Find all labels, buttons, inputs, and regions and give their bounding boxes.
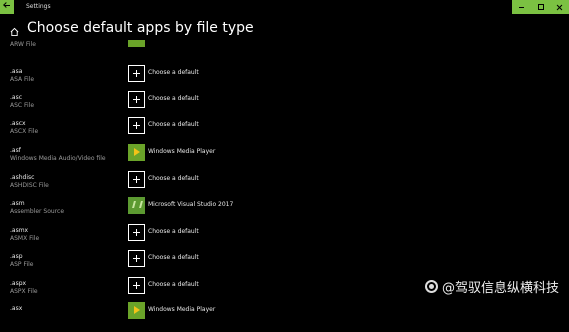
file-type-row: .asa ASA File Choose a default (0, 65, 569, 95)
page-title: Choose default apps by file type (27, 20, 254, 36)
default-app-button[interactable]: Choose a default (148, 69, 199, 76)
close-button[interactable] (550, 0, 569, 14)
default-app-button[interactable]: Choose a default (148, 281, 199, 288)
file-extension: .asf (10, 147, 21, 154)
file-extension: .asmx (10, 227, 29, 234)
file-extension: .ashdisc (10, 174, 35, 181)
default-app-button[interactable]: Windows Media Player (148, 148, 215, 155)
file-extension: .ascx (10, 120, 26, 127)
file-extension: .asx (10, 305, 23, 312)
file-type-description: ASA File (10, 76, 35, 83)
file-type-row: .asmx ASMX File Choose a default (0, 224, 569, 254)
file-type-row: .ashdisc ASHDISC File Choose a default (0, 171, 569, 201)
file-type-description: ASPX File (10, 288, 38, 295)
default-app-button[interactable]: Choose a default (148, 121, 199, 128)
title-bar: Settings (0, 0, 569, 14)
add-default-icon[interactable] (128, 171, 145, 188)
visual-studio-icon[interactable] (128, 197, 145, 214)
file-type-row: .asx Windows Media Player (0, 302, 569, 332)
add-default-icon[interactable] (128, 250, 145, 267)
default-app-button[interactable]: Choose a default (148, 254, 199, 261)
add-default-icon[interactable] (128, 91, 145, 108)
window-title: Settings (26, 3, 51, 10)
file-type-list: ARW File .asa ASA File Choose a default .asc… (0, 0, 569, 319)
file-type-row: .asf Windows Media Audio/Video file Window… (0, 144, 569, 174)
add-default-icon[interactable] (128, 65, 145, 82)
file-type-description: ASCX File (10, 128, 39, 135)
file-extension: .asm (10, 200, 25, 207)
default-app-button[interactable]: Windows Media Player (148, 306, 215, 313)
file-extension: .aspx (10, 280, 27, 287)
file-type-row: .ascx ASCX File Choose a default (0, 117, 569, 147)
maximize-button[interactable] (531, 0, 550, 14)
file-type-row: .asc ASC File Choose a default (0, 91, 569, 121)
default-app-button[interactable]: Microsoft Visual Studio 2017 (148, 201, 233, 208)
file-type-description: Assembler Source (10, 208, 65, 215)
file-type-description: ASHDISC File (10, 182, 49, 189)
file-type-description: ARW File (10, 41, 36, 48)
back-button[interactable] (0, 0, 14, 14)
file-extension: .asp (10, 253, 23, 260)
add-default-icon[interactable] (128, 277, 145, 294)
file-type-row: .asm Assembler Source Microsoft Visual Stu… (0, 197, 569, 227)
file-type-description: ASC File (10, 102, 35, 109)
windows-media-player-icon[interactable] (128, 302, 145, 319)
minimize-button[interactable] (512, 0, 531, 14)
default-app-button[interactable]: Choose a default (148, 228, 199, 235)
file-extension: .asc (10, 94, 23, 101)
default-app-button[interactable]: Choose a default (148, 95, 199, 102)
watermark-text: @驾驭信息纵横科技 (441, 280, 559, 296)
default-app-button[interactable]: Choose a default (148, 175, 199, 182)
watermark-logo-icon (424, 279, 438, 293)
watermark: @驾驭信息纵横科技 (424, 277, 559, 296)
file-type-description: ASP File (10, 261, 34, 268)
file-type-description: Windows Media Audio/Video file (10, 155, 106, 162)
home-icon[interactable] (10, 27, 19, 37)
file-type-row: ARW File (0, 35, 569, 70)
add-default-icon[interactable] (128, 117, 145, 134)
windows-media-player-icon[interactable] (128, 144, 145, 161)
add-default-icon[interactable] (128, 224, 145, 241)
file-extension: .asa (10, 68, 23, 75)
page-header: Choose default apps by file type (0, 18, 569, 40)
window-controls (512, 0, 569, 14)
file-type-description: ASMX File (10, 235, 40, 242)
